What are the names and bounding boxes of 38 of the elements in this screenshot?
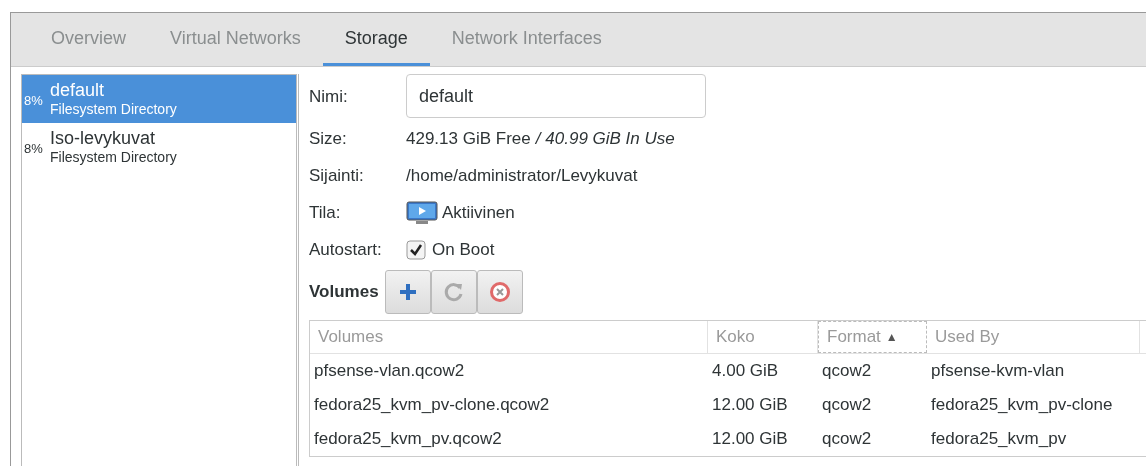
location-value: /home/administrator/Levykuvat [406,164,639,187]
refresh-icon [442,281,465,303]
checkbox-label[interactable]: On Boot [432,239,495,260]
state-value: Aktiivinen [442,202,515,223]
plus-icon [397,282,418,302]
table-cell-text: 12.00 GiB [711,394,789,416]
table-cell-text: 12.00 GiB [711,428,789,450]
column-header[interactable]: Koko [708,321,818,353]
table-cell-text: qcow2 [821,394,873,416]
tab[interactable]: Overview [29,13,148,66]
tab[interactable]: Virtual Networks [148,13,323,66]
add-button[interactable] [384,270,431,314]
field-label: Tila: [309,201,342,224]
table-cell-text: qcow2 [821,428,873,450]
column-header[interactable]: Format ▲ [818,321,927,353]
autostart-checkbox[interactable] [406,239,426,260]
field-label: Sijainti: [309,164,365,187]
name-field[interactable]: default [406,74,706,118]
table-cell-text: fedora25_kvm_pv [930,428,1068,450]
column-header[interactable]: Used By [927,321,1140,353]
table-cell-text: qcow2 [821,360,873,382]
table-cell-text: fedora25_kvm_pv-clone [930,394,1114,416]
delete-button[interactable] [476,270,523,314]
tab[interactable]: Storage [322,13,430,66]
field-label: Size: [309,127,348,150]
size-value: 429.13 GiB Free / 40.99 GiB In Use [406,127,676,150]
delete-icon [488,281,511,303]
table-cell-text: fedora25_kvm_pv-clone.qcow2 [313,394,551,416]
table-cell-text: 4.00 GiB [711,360,780,382]
table-cell-text: pfsense-kvm-vlan [930,360,1066,382]
column-header[interactable]: Volumes [310,321,708,353]
volumes-heading: Volumes [309,282,379,302]
monitor-icon [406,200,438,225]
table-cell-text: fedora25_kvm_pv.qcow2 [313,428,503,450]
tab[interactable]: Network Interfaces [429,13,624,66]
table-cell-text: pfsense-vlan.qcow2 [313,360,466,382]
field-label: Nimi: [309,86,349,108]
field-label: Autostart: [309,238,383,261]
